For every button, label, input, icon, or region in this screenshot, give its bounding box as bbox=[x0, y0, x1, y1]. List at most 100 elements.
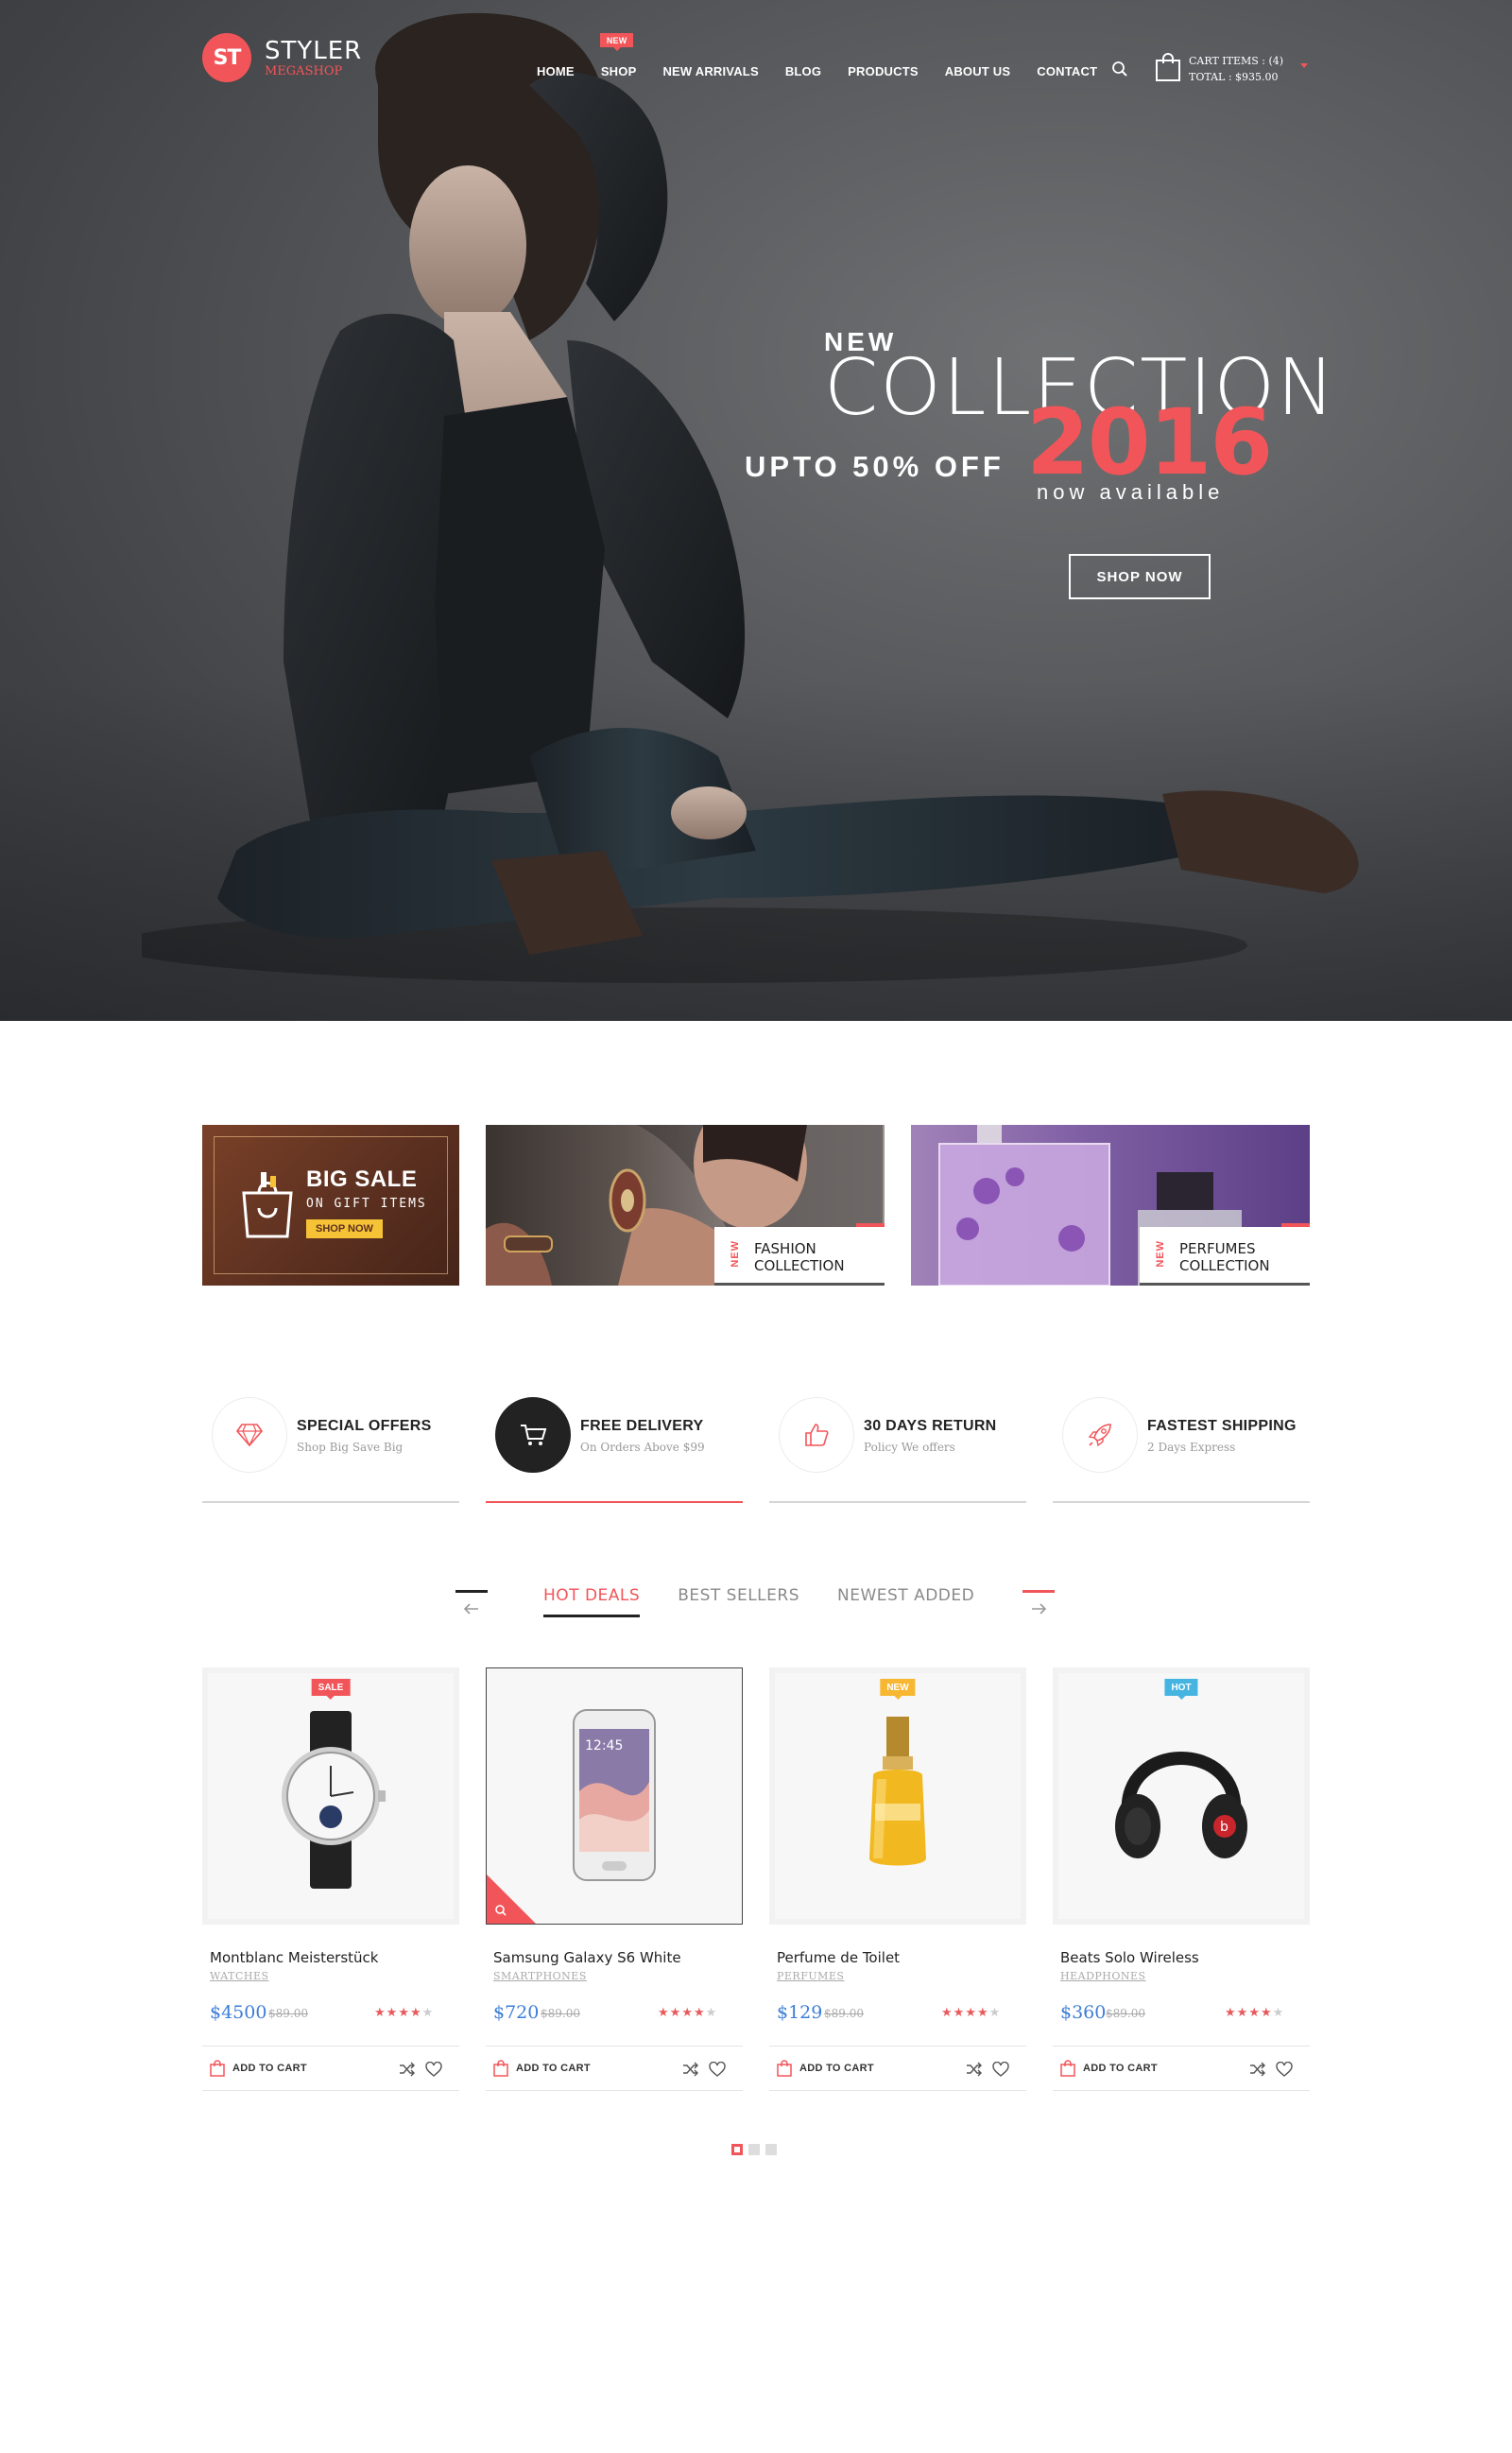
star-icon: ★ bbox=[693, 2005, 706, 2019]
heart-icon[interactable] bbox=[709, 2062, 726, 2077]
nav-item-contact[interactable]: CONTACT bbox=[1037, 64, 1097, 78]
feature-subtitle: Policy We offers bbox=[864, 1441, 955, 1454]
nav-item-products[interactable]: PRODUCTS bbox=[848, 64, 919, 78]
logo[interactable]: ST STYLER MEGASHOP bbox=[202, 33, 362, 82]
zoom-icon[interactable] bbox=[487, 1874, 536, 1924]
nav-item-new-arrivals[interactable]: NEW ARRIVALS bbox=[662, 64, 758, 78]
shuffle-icon[interactable] bbox=[399, 2062, 416, 2077]
tab-arrow-bar bbox=[1022, 1590, 1055, 1593]
shuffle-icon[interactable] bbox=[966, 2062, 983, 2077]
star-icon: ★ bbox=[1248, 2005, 1261, 2019]
product-category[interactable]: PERFUMES bbox=[777, 1970, 844, 1982]
product-image[interactable]: SALE bbox=[202, 1667, 459, 1925]
hero-availability: now available bbox=[1037, 480, 1225, 504]
rating-stars: ★★★★★ bbox=[374, 2005, 434, 2020]
product-actions: ADD TO CART bbox=[769, 2046, 1026, 2091]
shuffle-icon[interactable] bbox=[682, 2062, 699, 2077]
star-icon: ★ bbox=[988, 2005, 1002, 2019]
add-to-cart-button[interactable]: ADD TO CART bbox=[232, 2063, 307, 2074]
add-to-cart-button[interactable]: ADD TO CART bbox=[1083, 2063, 1158, 2074]
feature-subtitle: Shop Big Save Big bbox=[297, 1441, 404, 1454]
product-image[interactable]: 12:45 bbox=[486, 1667, 743, 1925]
star-icon: ★ bbox=[398, 2005, 410, 2019]
rating-stars: ★★★★★ bbox=[941, 2005, 1001, 2020]
star-icon: ★ bbox=[1236, 2005, 1249, 2019]
feature-title: FREE DELIVERY bbox=[580, 1418, 704, 1434]
nav-item-shop[interactable]: SHOP NEW bbox=[599, 33, 637, 78]
product-old-price: $89.00 bbox=[541, 2007, 580, 2020]
pager-dot-1[interactable] bbox=[731, 2144, 743, 2155]
product-old-price: $89.00 bbox=[268, 2007, 308, 2020]
product-actions: ADD TO CART bbox=[1053, 2046, 1310, 2091]
big-sale-title: BIG SALE bbox=[306, 1166, 418, 1192]
shopping-bag-icon[interactable] bbox=[1060, 2060, 1075, 2077]
tab-newest-added[interactable]: NEWEST ADDED bbox=[837, 1586, 974, 1617]
pager-dot-2[interactable] bbox=[748, 2144, 760, 2155]
tab-arrow-bar bbox=[455, 1590, 488, 1593]
perfumes-collection-banner[interactable]: NEW PERFUMES COLLECTION bbox=[911, 1125, 1310, 1286]
nav-item-blog[interactable]: BLOG bbox=[785, 64, 821, 78]
star-icon: ★ bbox=[976, 2005, 989, 2019]
star-icon: ★ bbox=[421, 2005, 435, 2019]
nav-item-about-us[interactable]: ABOUT US bbox=[945, 64, 1011, 78]
add-to-cart-button[interactable]: ADD TO CART bbox=[799, 2063, 874, 2074]
product-category[interactable]: HEADPHONES bbox=[1060, 1970, 1146, 1982]
product-category[interactable]: SMARTPHONES bbox=[493, 1970, 587, 1982]
accent-tip bbox=[856, 1223, 885, 1227]
rating-stars: ★★★★★ bbox=[1225, 2005, 1284, 2020]
new-label: NEW bbox=[1155, 1240, 1166, 1268]
shopping-bag-icon[interactable] bbox=[777, 2060, 792, 2077]
product-actions: ADD TO CART bbox=[202, 2046, 459, 2091]
feature-title: SPECIAL OFFERS bbox=[297, 1418, 432, 1434]
tabs-next-button[interactable] bbox=[1022, 1590, 1055, 1622]
tab-best-sellers[interactable]: BEST SELLERS bbox=[678, 1586, 799, 1617]
shop-now-button[interactable]: SHOP NOW bbox=[1069, 554, 1211, 599]
product-image[interactable]: NEW bbox=[769, 1667, 1026, 1925]
tabs-prev-button[interactable] bbox=[455, 1590, 488, 1622]
nav-item-shop-label: SHOP bbox=[600, 64, 637, 78]
big-sale-banner[interactable]: BIG SALE ON GIFT ITEMS SHOP NOW bbox=[202, 1125, 459, 1286]
phone-clock: 12:45 bbox=[585, 1738, 623, 1753]
feature-special-offers: SPECIAL OFFERS Shop Big Save Big bbox=[202, 1397, 459, 1503]
product-price: $129 bbox=[777, 2002, 823, 2023]
heart-icon[interactable] bbox=[425, 2062, 442, 2077]
svg-text:b: b bbox=[1220, 1820, 1228, 1835]
hero-year: 2016 bbox=[1026, 389, 1273, 495]
search-icon[interactable] bbox=[1111, 60, 1128, 78]
shuffle-icon[interactable] bbox=[1249, 2062, 1266, 2077]
heart-icon[interactable] bbox=[1276, 2062, 1293, 2077]
add-to-cart-button[interactable]: ADD TO CART bbox=[516, 2063, 591, 2074]
headphones-image: b bbox=[1115, 1752, 1247, 1858]
cart-summary[interactable]: CART ITEMS : (4) TOTAL : $935.00 bbox=[1189, 53, 1283, 85]
nav-item-home[interactable]: HOME bbox=[537, 64, 575, 78]
product-name[interactable]: Perfume de Toilet bbox=[777, 1949, 900, 1966]
product-category[interactable]: WATCHES bbox=[210, 1970, 269, 1982]
perfumes-collection-tag: NEW PERFUMES COLLECTION bbox=[1140, 1223, 1310, 1286]
main-nav: HOME SHOP NEW NEW ARRIVALS BLOG PRODUCTS… bbox=[537, 33, 1124, 78]
tab-hot-deals[interactable]: HOT DEALS bbox=[543, 1586, 641, 1617]
feature-subtitle: On Orders Above $99 bbox=[580, 1441, 705, 1454]
heart-icon[interactable] bbox=[992, 2062, 1009, 2077]
shopping-bag-icon[interactable] bbox=[493, 2060, 508, 2077]
logo-text: STYLER MEGASHOP bbox=[265, 39, 362, 78]
perfume-image bbox=[869, 1717, 926, 1866]
shopping-bag-icon[interactable] bbox=[1155, 52, 1181, 82]
pager-dot-3[interactable] bbox=[765, 2144, 777, 2155]
shopping-bag-icon[interactable] bbox=[210, 2060, 225, 2077]
chevron-down-icon[interactable] bbox=[1299, 62, 1309, 70]
feature-icon-circle bbox=[495, 1397, 571, 1473]
tag-text: FASHION COLLECTION bbox=[754, 1240, 845, 1274]
product-name[interactable]: Samsung Galaxy S6 White bbox=[493, 1949, 681, 1966]
feature-icon-circle bbox=[212, 1397, 287, 1473]
logo-mark: ST bbox=[202, 33, 251, 82]
product-name[interactable]: Beats Solo Wireless bbox=[1060, 1949, 1199, 1966]
fashion-collection-banner[interactable]: NEW FASHION COLLECTION bbox=[486, 1125, 885, 1286]
star-icon: ★ bbox=[965, 2005, 977, 2019]
big-sale-shop-now-button[interactable]: SHOP NOW bbox=[306, 1219, 383, 1238]
arrow-left-icon bbox=[464, 1603, 478, 1615]
product-name[interactable]: Montblanc Meisterstück bbox=[210, 1949, 378, 1966]
cart-items-count: CART ITEMS : (4) bbox=[1189, 55, 1284, 67]
tag-text: PERFUMES COLLECTION bbox=[1179, 1240, 1270, 1274]
product-image[interactable]: b HOT bbox=[1053, 1667, 1310, 1925]
product-actions: ADD TO CART bbox=[486, 2046, 743, 2091]
